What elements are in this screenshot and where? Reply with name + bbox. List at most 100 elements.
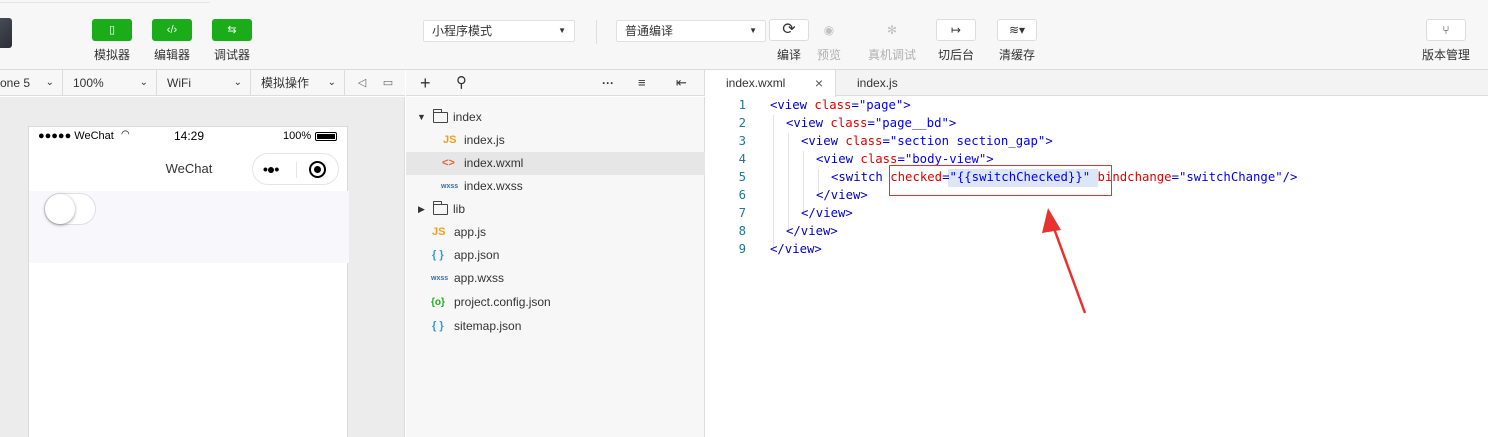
tab-label: index.wxml xyxy=(726,76,786,90)
refresh-icon: ⟳ xyxy=(769,19,809,41)
wxss-file-icon: wxss xyxy=(441,183,459,190)
tree-file-app-js[interactable]: JS app.js xyxy=(406,221,705,244)
caret-down-icon: ▼ xyxy=(749,26,757,35)
caret-down-icon: ▼ xyxy=(558,26,566,35)
zoom-select[interactable]: 100% ⌄ xyxy=(63,70,157,96)
mode-select-value: 小程序模式 xyxy=(432,24,493,38)
sliders-icon: ⇆ xyxy=(212,19,252,41)
line-number: 1 xyxy=(738,98,746,112)
network-select[interactable]: WiFi ⌄ xyxy=(157,70,251,96)
annotation-box xyxy=(889,165,1112,196)
compile-button[interactable]: ⟳ 编译 xyxy=(768,19,810,62)
battery-icon xyxy=(315,132,337,141)
status-bar: ●●●●● WeChat ◠ 14:29 100% xyxy=(29,127,349,147)
preview-label: 预览 xyxy=(816,48,841,62)
tree-file-project-config[interactable]: {o} project.config.json xyxy=(406,291,705,314)
simulator-button[interactable]: ▯ 模拟器 xyxy=(82,19,142,62)
code-token: > xyxy=(948,116,957,130)
capsule-divider xyxy=(296,162,297,178)
tree-file-index-wxml[interactable]: <> index.wxml xyxy=(406,152,705,175)
remote-debug-label: 真机调试 xyxy=(867,48,916,62)
line-number: 6 xyxy=(738,188,746,202)
editor-button[interactable]: ‹/› 编辑器 xyxy=(142,19,202,62)
divider xyxy=(596,20,597,44)
detach-window-icon[interactable]: ▭ xyxy=(378,70,398,96)
background-label: 切后台 xyxy=(937,48,974,62)
tree-file-sitemap-json[interactable]: { } sitemap.json xyxy=(406,315,705,338)
tree-item-label: index.js xyxy=(464,133,505,147)
search-icon[interactable]: ⚲ xyxy=(456,70,467,96)
nav-bar: WeChat •●• xyxy=(29,147,349,191)
version-button[interactable]: ⑂ 版本管理 xyxy=(1420,19,1472,62)
tree-item-label: app.json xyxy=(454,248,500,262)
code-token: "switchChange" xyxy=(1179,170,1283,184)
layers-icon: ≋▾ xyxy=(997,19,1037,41)
close-target-icon[interactable] xyxy=(309,161,326,178)
add-icon[interactable]: + xyxy=(420,70,431,96)
mode-select[interactable]: 小程序模式 ▼ xyxy=(423,20,575,42)
eye-icon: ◉ xyxy=(823,23,835,37)
editor-label: 编辑器 xyxy=(153,48,190,62)
collapse-panel-icon[interactable]: ⇤ xyxy=(676,70,687,96)
tree-item-label: index.wxml xyxy=(464,156,524,170)
clear-cache-button[interactable]: ≋▾ 清缓存 xyxy=(996,19,1038,62)
code-token: <view xyxy=(786,116,831,130)
code-line: </view> xyxy=(801,206,853,220)
code-token: > xyxy=(986,152,994,166)
simulate-operation-select[interactable]: 模拟操作 ⌄ xyxy=(251,70,345,96)
simulator-toolbar: one 5 ⌄ 100% ⌄ WiFi ⌄ 模拟操作 ⌄ ◁ ▭ xyxy=(0,70,405,96)
tree-item-label: app.wxss xyxy=(454,271,505,285)
switch-toggle[interactable] xyxy=(44,193,96,225)
tree-file-app-wxss[interactable]: wxss app.wxss xyxy=(406,267,705,290)
code-token: </view> xyxy=(770,242,822,256)
code-token: = xyxy=(867,116,875,130)
speaker-icon[interactable]: ◁ xyxy=(352,70,372,96)
simulate-operation-value: 模拟操作 xyxy=(261,76,310,90)
background-button[interactable]: ↦ 切后台 xyxy=(935,19,977,62)
line-number: 4 xyxy=(738,152,746,166)
compile-select[interactable]: 普通编译 ▼ xyxy=(616,20,766,42)
bug-icon: ✻ xyxy=(886,23,898,37)
tree-folder-lib[interactable]: ▶ lib xyxy=(406,198,705,221)
device-select[interactable]: one 5 ⌄ xyxy=(0,70,63,96)
code-line: </view> xyxy=(786,224,838,238)
file-explorer: ▼ index JS index.js <> index.wxml wxss i… xyxy=(406,97,705,437)
caret-right-icon: ▶ xyxy=(418,204,425,214)
code-line: <view class="body-view"> xyxy=(816,152,994,166)
tree-item-label: lib xyxy=(453,202,466,216)
avatar[interactable] xyxy=(0,18,12,48)
close-icon[interactable]: × xyxy=(815,70,823,96)
chevron-down-icon: ⌄ xyxy=(45,77,54,88)
tab-index-wxml[interactable]: index.wxml × xyxy=(706,70,836,97)
code-editor[interactable]: 1 <view class="page"> 2 <view class="page__… xyxy=(706,97,1488,437)
tree-folder-index[interactable]: ▼ index xyxy=(406,106,705,129)
top-toolbar: ▯ 模拟器 ‹/› 编辑器 ⇆ 调试器 小程序模式 ▼ 普通编译 ▼ ⟳ 编译 … xyxy=(0,0,1488,70)
simulator-label: 模拟器 xyxy=(93,48,130,62)
zoom-value: 100% xyxy=(73,76,104,90)
debugger-button[interactable]: ⇆ 调试器 xyxy=(202,19,262,62)
code-token: = xyxy=(882,134,890,148)
code-token: "page__bd" xyxy=(874,116,949,130)
tree-file-index-js[interactable]: JS index.js xyxy=(406,129,705,152)
tab-index-js[interactable]: index.js xyxy=(836,70,936,96)
more-dots-icon[interactable]: •●• xyxy=(263,161,279,177)
code-token: > xyxy=(903,98,911,112)
remote-debug-button[interactable]: ✻ 真机调试 xyxy=(866,19,918,62)
tree-file-app-json[interactable]: { } app.json xyxy=(406,244,705,267)
code-token: class xyxy=(830,116,868,130)
code-token: "section section_gap" xyxy=(889,134,1046,148)
line-number: 2 xyxy=(738,116,746,130)
tree-file-index-wxss[interactable]: wxss index.wxss xyxy=(406,175,705,198)
clear-cache-label: 清缓存 xyxy=(998,48,1035,62)
code-line: <view class="page"> xyxy=(770,98,911,112)
sort-icon[interactable]: ≡ xyxy=(638,70,646,96)
device-value: one 5 xyxy=(0,76,31,90)
preview-button[interactable]: ◉ 预览 xyxy=(808,19,850,62)
version-label: 版本管理 xyxy=(1421,48,1470,62)
menu-capsule[interactable]: •●• xyxy=(252,153,339,185)
more-icon[interactable]: ··· xyxy=(602,70,614,96)
tree-item-label: index xyxy=(453,110,482,124)
caret-down-icon: ▼ xyxy=(417,112,426,122)
code-line: <view class="page__bd"> xyxy=(786,116,956,130)
code-line: </view> xyxy=(770,242,822,256)
